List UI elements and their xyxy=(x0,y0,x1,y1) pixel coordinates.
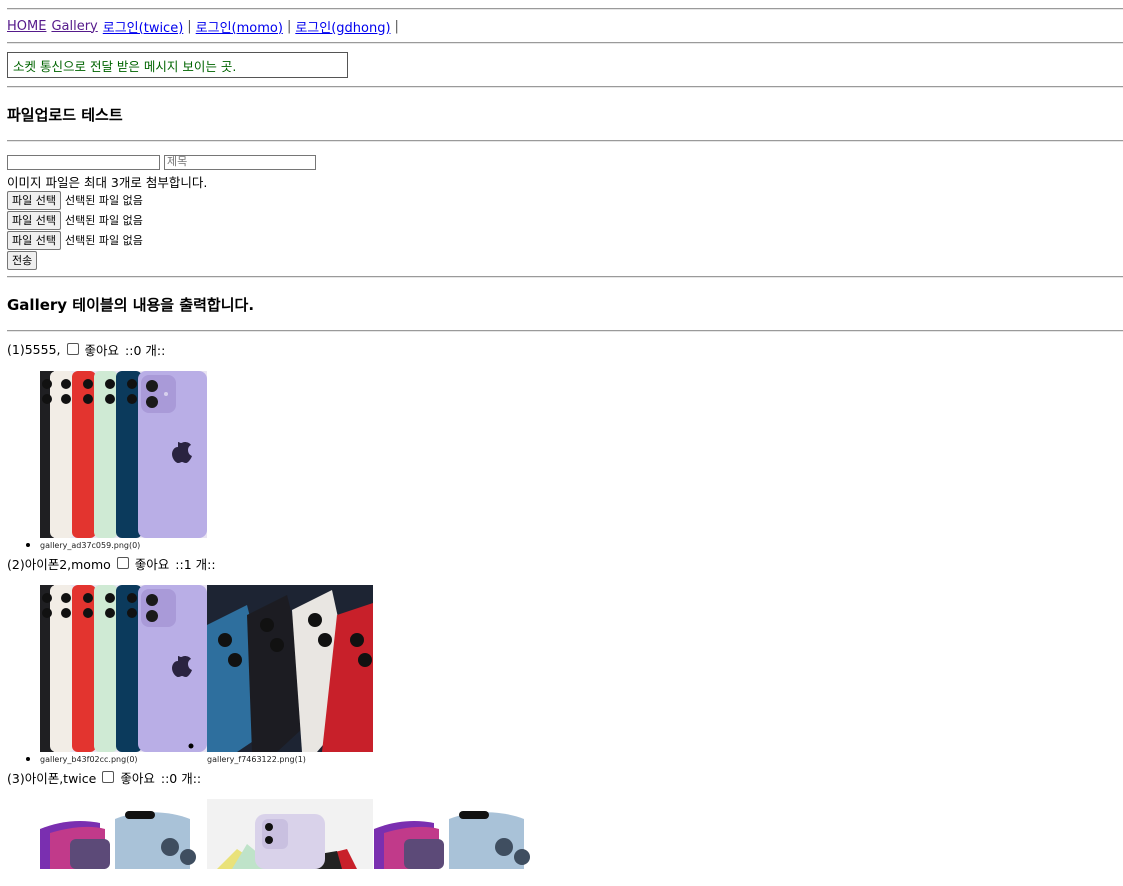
socket-message-box: 소켓 통신으로 전달 받은 메시지 보이는 곳. xyxy=(7,52,348,78)
top-nav: HOME Gallery 로그인(twice) | 로그인(momo) | 로그… xyxy=(7,10,1123,42)
gallery-image[interactable] xyxy=(374,799,541,869)
file-status-3: 선택된 파일 없음 xyxy=(64,234,143,247)
like-count: ::0 개:: xyxy=(160,770,202,786)
file-select-button-2[interactable]: 파일 선택 xyxy=(7,210,61,230)
iphone11-image xyxy=(207,799,373,869)
nav-login-gdhong-link[interactable]: 로그인(gdhong) xyxy=(295,17,390,36)
title-input[interactable] xyxy=(164,154,316,170)
like-label: 좋아요 xyxy=(120,770,155,786)
item-title: (1)5555, xyxy=(7,341,61,357)
iphone14pro-image xyxy=(40,799,207,869)
gallery-image[interactable] xyxy=(207,799,374,869)
nav-separator: | xyxy=(394,18,399,34)
gallery-item-header: (2)아이폰2,momo 좋아요 ::1 개:: xyxy=(7,552,1123,574)
image-list: gallery_b43f02cc.png(0) xyxy=(7,574,1123,766)
nav-separator: | xyxy=(286,18,292,34)
nav-login-twice-link[interactable]: 로그인(twice) xyxy=(103,17,184,36)
iphone12-colors-image xyxy=(40,585,207,752)
image-list: gallery_ad37c059.png(0) xyxy=(7,360,1123,552)
like-checkbox[interactable] xyxy=(102,771,115,783)
gallery-image[interactable] xyxy=(40,799,207,869)
image-list xyxy=(7,788,1123,869)
image-caption: gallery_ad37c059.png(0) xyxy=(40,540,141,550)
divider xyxy=(7,42,1123,44)
nav-home-link[interactable]: HOME xyxy=(7,19,46,34)
iphone12-colors-image xyxy=(40,371,207,538)
nav-gallery-link[interactable]: Gallery xyxy=(51,19,97,34)
image-caption: gallery_b43f02cc.png(0) xyxy=(40,754,138,764)
item-title: (3)아이폰,twice xyxy=(7,770,97,786)
gallery-item-header: (3)아이폰,twice 좋아요 ::0 개:: xyxy=(7,766,1123,788)
like-label: 좋아요 xyxy=(134,556,170,572)
list-item: gallery_ad37c059.png(0) xyxy=(40,360,1123,552)
like-count: ::0 개:: xyxy=(125,342,166,358)
gallery-image[interactable]: gallery_b43f02cc.png(0) xyxy=(40,585,207,766)
file-status-1: 선택된 파일 없음 xyxy=(64,194,143,207)
file-select-button-3[interactable]: 파일 선택 xyxy=(7,230,61,250)
author-input[interactable] xyxy=(7,154,160,170)
like-checkbox[interactable] xyxy=(116,557,129,569)
upload-form: 이미지 파일은 최대 3개로 첨부합니다. 파일 선택 선택된 파일 없음 파일… xyxy=(7,142,1123,276)
image-caption: gallery_f7463122.png(1) xyxy=(207,754,306,764)
nav-login-momo-link[interactable]: 로그인(momo) xyxy=(196,17,283,36)
iphone14pro-image xyxy=(374,799,541,869)
gallery-item-header: (1)5555, 좋아요 ::0 개:: xyxy=(7,338,1123,360)
list-item xyxy=(40,788,1123,869)
list-item: gallery_b43f02cc.png(0) xyxy=(40,574,1123,766)
file-status-2: 선택된 파일 없음 xyxy=(64,214,143,227)
nav-separator: | xyxy=(187,18,192,34)
upload-heading: 파일업로드 테스트 xyxy=(7,105,123,124)
gallery-image[interactable]: gallery_f7463122.png(1) xyxy=(207,585,374,766)
file-select-button-1[interactable]: 파일 선택 xyxy=(7,190,61,210)
gallery-heading: Gallery 테이블의 내용을 출력합니다. xyxy=(7,295,255,314)
upload-hint: 이미지 파일은 최대 3개로 첨부합니다. xyxy=(7,174,208,190)
like-count: ::1 개:: xyxy=(175,556,216,572)
like-label: 좋아요 xyxy=(84,342,120,358)
item-title: (2)아이폰2,momo xyxy=(7,556,111,572)
gallery-image[interactable]: gallery_ad37c059.png(0) xyxy=(40,371,207,552)
iphone13-angled-image xyxy=(207,585,373,752)
like-checkbox[interactable] xyxy=(66,343,79,355)
submit-button[interactable]: 전송 xyxy=(7,250,38,270)
